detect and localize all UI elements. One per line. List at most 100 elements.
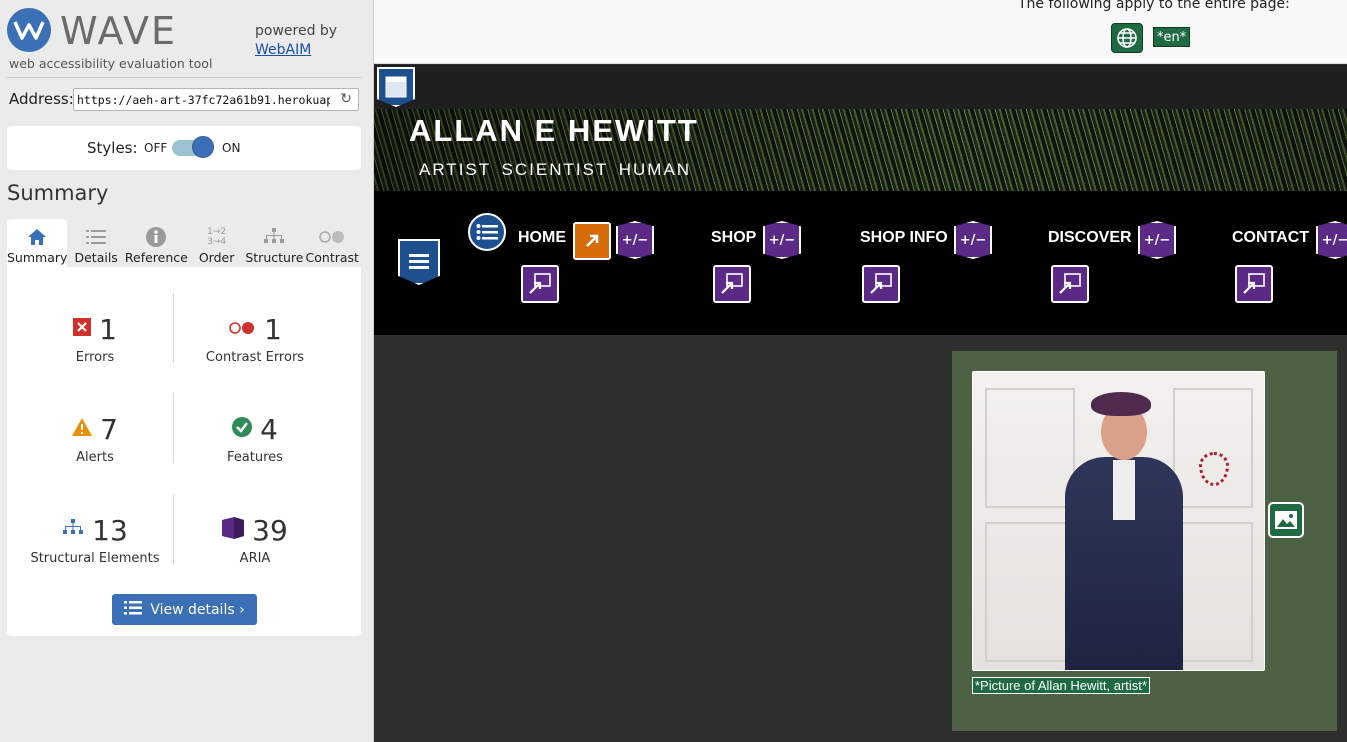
nav-home[interactable]: HOME <box>518 229 566 247</box>
door-panel <box>985 388 1075 508</box>
list-icon <box>86 224 107 250</box>
errors-stat[interactable]: 1 Errors <box>15 312 175 365</box>
redundant-link-alert-icon[interactable] <box>573 222 611 260</box>
divider <box>7 77 361 78</box>
address-field: ↻ <box>73 88 359 111</box>
view-details-label: View details › <box>150 601 245 618</box>
page-notice-bar: The following apply to the entire page: … <box>374 0 1347 64</box>
nav-shop-info[interactable]: SHOP INFO <box>860 229 948 247</box>
tab-label: Details <box>74 250 118 265</box>
image-with-alt-icon[interactable] <box>1268 502 1304 538</box>
aria-expanded-icon[interactable]: +/− <box>616 221 654 259</box>
structural-count: 13 <box>92 513 128 547</box>
aria-expanded-icon[interactable]: +/− <box>954 221 992 259</box>
alerts-count: 7 <box>100 412 118 446</box>
featured-image-panel: *Picture of Allan Hewitt, artist* <box>952 351 1337 731</box>
features-label: Features <box>227 450 283 465</box>
tab-structure[interactable]: Structure <box>245 219 304 267</box>
summary-heading: Summary <box>7 181 109 205</box>
door-panel <box>1173 522 1253 662</box>
contrast-errors-label: Contrast Errors <box>205 350 305 365</box>
person-beret <box>1091 392 1151 416</box>
info-icon <box>146 224 167 250</box>
language-badge[interactable]: *en* <box>1153 27 1191 47</box>
tab-label: Contrast <box>305 250 359 265</box>
styles-on-label: ON <box>222 141 241 155</box>
feature-check-icon <box>232 417 253 441</box>
wave-tagline: web accessibility evaluation tool <box>9 56 213 71</box>
tab-contrast[interactable]: Contrast <box>304 219 361 267</box>
tab-details[interactable]: Details <box>67 219 124 267</box>
view-details-button[interactable]: View details › <box>112 594 257 625</box>
errors-label: Errors <box>75 350 115 365</box>
globe-icon[interactable] <box>1111 23 1143 53</box>
toggle-knob <box>192 136 214 158</box>
tab-summary[interactable]: Summary <box>7 219 68 267</box>
link-icon[interactable] <box>713 265 751 303</box>
link-icon[interactable] <box>1051 265 1089 303</box>
wave-logo-text: WAVE <box>60 9 178 53</box>
errors-count: 1 <box>99 312 117 346</box>
order-icon: 1→2 3→4 <box>207 227 227 247</box>
site-header-banner: ALLAN E HEWITT ARTIST SCIENTIST HUMAN <box>374 109 1347 191</box>
aria-expanded-icon[interactable]: +/− <box>1138 221 1176 259</box>
summary-cards: 1 Errors 1 Contrast Errors 7 Alerts 4 Fe… <box>7 267 361 636</box>
webaim-link[interactable]: WebAIM <box>255 42 311 58</box>
styles-toggle[interactable] <box>172 136 214 158</box>
structural-stat[interactable]: 13 Structural Elements <box>15 513 175 567</box>
home-icon <box>27 224 47 250</box>
aria-expanded-icon[interactable]: +/− <box>1316 221 1347 259</box>
tab-reference[interactable]: Reference <box>125 219 188 267</box>
powered-by-text: powered by <box>255 23 338 39</box>
unordered-list-icon[interactable] <box>468 213 506 251</box>
styles-label: Styles: <box>87 139 138 157</box>
person-shirt <box>1113 460 1135 520</box>
address-label: Address: <box>9 90 74 108</box>
alt-text-caption[interactable]: *Picture of Allan Hewitt, artist* <box>972 677 1150 694</box>
main-navigation: HOME +/− SHOP +/− SHOP INFO +/− DISCOVER… <box>374 191 1347 335</box>
list-icon <box>124 600 143 619</box>
evaluated-page: The following apply to the entire page: … <box>374 0 1347 742</box>
aria-expanded-icon[interactable]: +/− <box>763 221 801 259</box>
reload-icon[interactable]: ↻ <box>340 92 352 107</box>
nav-discover[interactable]: DISCOVER <box>1048 229 1132 247</box>
contrast-error-icon <box>228 320 256 339</box>
page-notice-text: The following apply to the entire page: <box>1018 0 1290 12</box>
aria-stat[interactable]: 39 ARIA <box>175 513 335 566</box>
tab-label: Summary <box>7 250 68 265</box>
link-icon[interactable] <box>1235 265 1273 303</box>
wave-logo-icon <box>7 8 51 52</box>
features-count: 4 <box>260 412 278 446</box>
link-icon[interactable] <box>521 265 559 303</box>
contrast-errors-stat[interactable]: 1 Contrast Errors <box>175 312 335 366</box>
header-strip <box>374 65 1347 109</box>
alerts-label: Alerts <box>76 450 114 465</box>
door-panel <box>1173 388 1253 508</box>
header-region-icon[interactable] <box>377 67 415 107</box>
navigation-region-icon[interactable] <box>398 239 440 285</box>
structural-label: Structural Elements <box>30 551 160 566</box>
site-title: ALLAN E HEWITT <box>409 113 699 148</box>
tab-order[interactable]: 1→2 3→4 Order <box>188 219 245 267</box>
address-input[interactable] <box>77 91 330 108</box>
nav-contact[interactable]: CONTACT <box>1232 229 1309 247</box>
styles-off-label: OFF <box>144 141 168 155</box>
artist-photo <box>972 371 1265 671</box>
structure-icon <box>62 519 84 541</box>
link-icon[interactable] <box>862 265 900 303</box>
site-tagline: ARTIST SCIENTIST HUMAN <box>419 160 692 179</box>
aria-count: 39 <box>252 513 288 547</box>
aria-label: ARIA <box>239 551 271 566</box>
structure-icon <box>263 224 285 250</box>
tab-label: Reference <box>124 250 188 265</box>
tab-label: Structure <box>245 250 304 265</box>
alerts-stat[interactable]: 7 Alerts <box>15 412 175 465</box>
error-icon <box>73 318 92 340</box>
styles-toggle-panel: Styles: OFF ON <box>7 126 361 170</box>
features-stat[interactable]: 4 Features <box>175 412 335 466</box>
contrast-icon <box>319 224 345 250</box>
contrast-errors-count: 1 <box>264 312 282 346</box>
nav-shop[interactable]: SHOP <box>711 229 756 247</box>
wave-tabs: Summary Details Reference 1→2 3→4 Order S… <box>7 219 361 267</box>
wave-sidebar: WAVE web accessibility evaluation tool p… <box>0 0 374 742</box>
